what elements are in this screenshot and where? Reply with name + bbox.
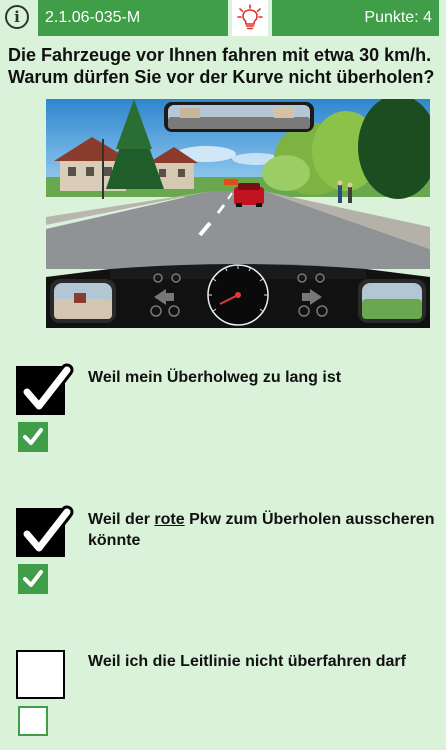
checkmark-icon xyxy=(20,363,74,413)
top-bar: i 2.1.06-035-M Punkte: 4 xyxy=(0,0,446,36)
answer-option-2[interactable]: Weil der rote Pkw zum Überholen ausscher… xyxy=(0,505,446,608)
question-line-2: Warum dürfen Sie vor der Kurve nicht übe… xyxy=(8,67,435,87)
solution-checkbox xyxy=(18,564,48,594)
question-line-1: Die Fahrzeuge vor Ihnen fahren mit etwa … xyxy=(8,45,432,65)
answer-text-line: Weil ich die Leitlinie nicht überfahren … xyxy=(88,653,406,670)
question-text: Die Fahrzeuge vor Ihnen fahren mit etwa … xyxy=(8,44,444,88)
hint-button[interactable] xyxy=(232,0,268,36)
answer-text-part: Pkw zum Überholen ausscheren xyxy=(184,511,435,528)
answer-checkbox[interactable] xyxy=(16,650,65,699)
info-icon[interactable]: i xyxy=(5,5,29,29)
answer-text-part: Weil der xyxy=(88,511,155,528)
question-code: 2.1.06-035-M xyxy=(38,0,228,36)
checkmark-icon xyxy=(20,505,74,555)
points-label: Punkte: 4 xyxy=(364,9,432,26)
points-display: Punkte: 4 xyxy=(272,0,439,36)
answer-option-1[interactable]: Weil mein Überholweg zu lang ist xyxy=(0,363,446,466)
scene-image xyxy=(46,99,430,328)
answer-text-line-1: Weil der rote Pkw zum Überholen ausscher… xyxy=(88,509,444,530)
answer-text-line-2: könnte xyxy=(88,532,141,549)
answer-text: Weil mein Überholweg zu lang ist xyxy=(88,367,444,388)
question-code-label: 2.1.06-035-M xyxy=(45,9,141,26)
answer-checkbox[interactable] xyxy=(16,363,74,415)
answer-option-3[interactable]: Weil ich die Leitlinie nicht überfahren … xyxy=(0,650,446,750)
answer-text: Weil der rote Pkw zum Überholen ausscher… xyxy=(88,509,444,551)
checkmark-icon xyxy=(23,570,43,587)
lightbulb-icon xyxy=(237,4,263,30)
checkmark-icon xyxy=(23,428,43,445)
answer-text: Weil ich die Leitlinie nicht überfahren … xyxy=(88,651,444,672)
answer-text-line: Weil mein Überholweg zu lang ist xyxy=(88,369,342,386)
answer-text-emphasis: rote xyxy=(154,511,185,528)
solution-checkbox xyxy=(18,706,48,736)
answer-checkbox[interactable] xyxy=(16,505,74,557)
solution-checkbox xyxy=(18,422,48,452)
